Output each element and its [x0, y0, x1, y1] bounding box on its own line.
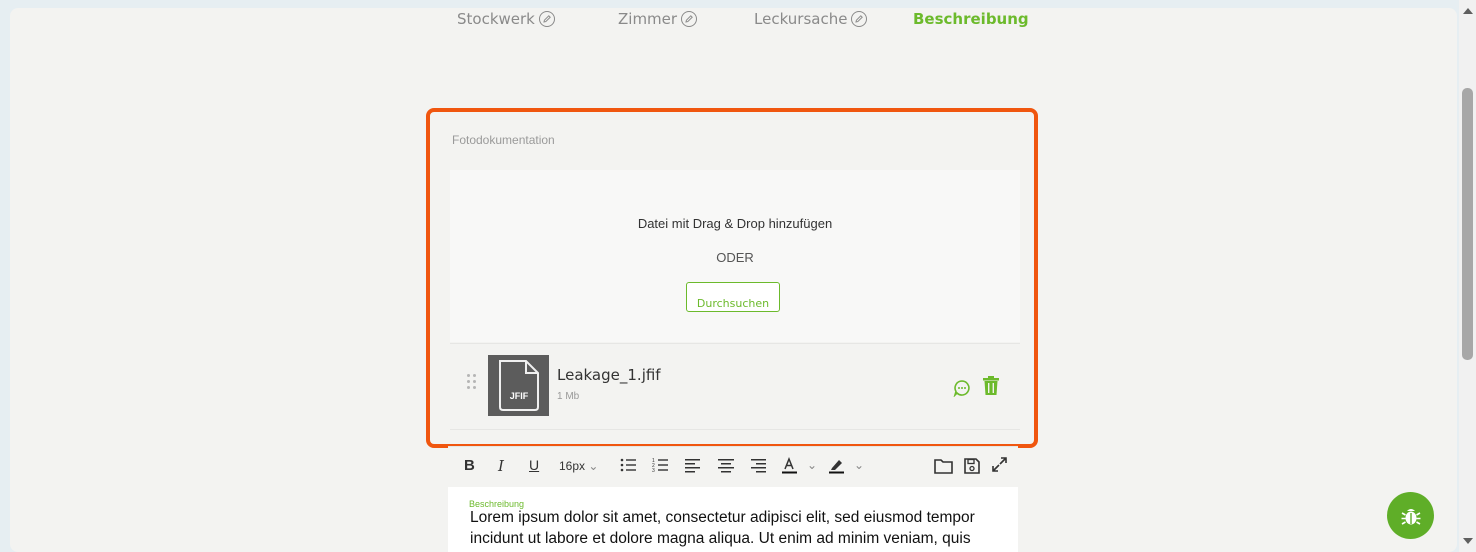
save-icon[interactable]: [963, 457, 981, 475]
file-name: Leakage_1.jfif: [557, 366, 661, 384]
svg-text:3: 3: [652, 468, 655, 473]
comment-icon[interactable]: [953, 379, 971, 397]
step-label: Stockwerk: [457, 10, 535, 28]
dropzone-title: Datei mit Drag & Drop hinzufügen: [637, 216, 833, 231]
font-size-value: 16px: [559, 459, 586, 473]
align-left-icon[interactable]: [685, 457, 701, 473]
pencil-icon: [681, 11, 698, 27]
step-stockwerk[interactable]: Stockwerk: [457, 10, 555, 28]
chevron-down-icon: ⌄: [588, 459, 599, 473]
chevron-down-icon[interactable]: ⌄: [807, 458, 817, 472]
step-label: Beschreibung: [913, 10, 1029, 28]
bug-icon: [1401, 508, 1420, 525]
highlight-icon[interactable]: [828, 457, 846, 475]
step-leckursache[interactable]: Leckursache: [754, 10, 868, 28]
bug-report-button[interactable]: [1387, 492, 1434, 539]
font-size-select[interactable]: 16px ⌄: [559, 459, 598, 473]
dropzone-or: ODER: [716, 250, 754, 265]
bullet-list-icon[interactable]: [620, 457, 636, 473]
file-size: 1 Mb: [557, 391, 580, 402]
editor-content[interactable]: Lorem ipsum dolor sit amet, consectetur …: [470, 507, 990, 549]
underline-icon[interactable]: U: [529, 457, 539, 473]
pencil-icon: [538, 11, 555, 27]
step-beschreibung[interactable]: Beschreibung: [913, 10, 1029, 28]
file-thumbnail: JFIF: [488, 355, 549, 416]
step-zimmer[interactable]: Zimmer: [618, 10, 698, 28]
scroll-up-arrow-icon[interactable]: [1463, 8, 1473, 14]
numbered-list-icon[interactable]: 1 2 3: [652, 457, 668, 473]
trash-icon[interactable]: [983, 376, 999, 396]
drag-handle-icon[interactable]: [467, 374, 479, 394]
text-color-icon[interactable]: [781, 457, 799, 475]
step-label: Leckursache: [754, 10, 848, 28]
file-type-badge: JFIF: [510, 391, 529, 401]
align-center-icon[interactable]: [718, 457, 734, 473]
photo-documentation-card: Fotodokumentation Datei mit Drag & Drop …: [426, 108, 1038, 448]
file-list-item: JFIF Leakage_1.jfif 1 Mb: [450, 343, 1020, 430]
editor-toolbar: B I U 16px ⌄ 1 2 3 ⌄ ⌄: [448, 446, 1018, 487]
italic-icon[interactable]: I: [498, 457, 504, 475]
file-dropzone[interactable]: Datei mit Drag & Drop hinzufügen ODER Du…: [450, 170, 1020, 342]
section-label: Fotodokumentation: [452, 133, 555, 147]
chevron-down-icon[interactable]: ⌄: [854, 458, 864, 472]
align-right-icon[interactable]: [750, 457, 766, 473]
browse-button[interactable]: Durchsuchen: [686, 282, 780, 312]
pencil-icon: [851, 11, 868, 27]
bold-icon[interactable]: B: [464, 457, 475, 474]
step-label: Zimmer: [618, 10, 678, 28]
scrollbar-thumb[interactable]: [1462, 88, 1473, 360]
file-icon: JFIF: [499, 360, 539, 411]
scroll-down-arrow-icon[interactable]: [1463, 538, 1473, 544]
rich-text-editor: B I U 16px ⌄ 1 2 3 ⌄ ⌄ Beschreibung Lore…: [448, 446, 1018, 552]
vertical-scrollbar[interactable]: [1459, 0, 1476, 552]
folder-icon[interactable]: [934, 457, 953, 474]
expand-icon[interactable]: [991, 456, 1008, 473]
